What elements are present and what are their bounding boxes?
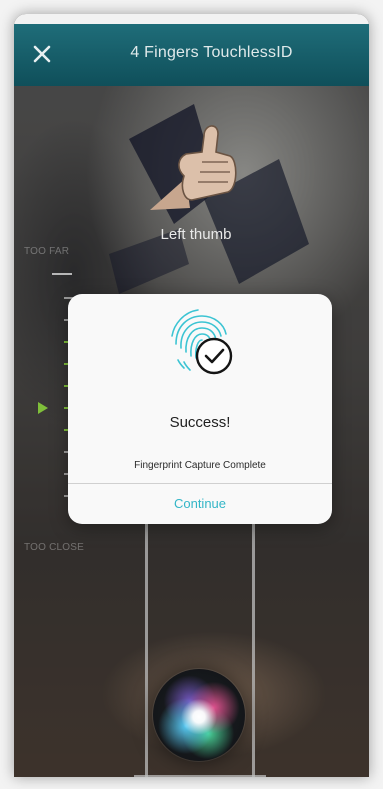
close-icon xyxy=(33,45,51,63)
phone-screen: 4 Fingers TouchlessID Left thumb TOO FAR… xyxy=(14,14,369,777)
close-button[interactable] xyxy=(28,40,56,68)
finger-label: Left thumb xyxy=(160,226,232,243)
header-bar: 4 Fingers TouchlessID xyxy=(14,14,369,86)
success-dialog: Success! Fingerprint Capture Complete Co… xyxy=(68,294,332,524)
guide-line-left xyxy=(145,519,148,777)
fingerprint-check-icon xyxy=(171,309,233,375)
too-close-label: TOO CLOSE xyxy=(24,542,84,553)
thumb-up-icon xyxy=(150,125,237,210)
continue-button[interactable]: Continue xyxy=(68,484,332,524)
too-far-label: TOO FAR xyxy=(24,246,70,257)
siri-orb-icon[interactable] xyxy=(153,669,245,761)
distance-indicator-arrow xyxy=(38,402,48,414)
dialog-title: Success! xyxy=(169,414,231,431)
page-title: 4 Fingers TouchlessID xyxy=(130,44,293,61)
guide-line-right xyxy=(252,519,255,777)
dialog-message: Fingerprint Capture Complete xyxy=(134,460,266,471)
guide-line-base xyxy=(134,775,266,777)
